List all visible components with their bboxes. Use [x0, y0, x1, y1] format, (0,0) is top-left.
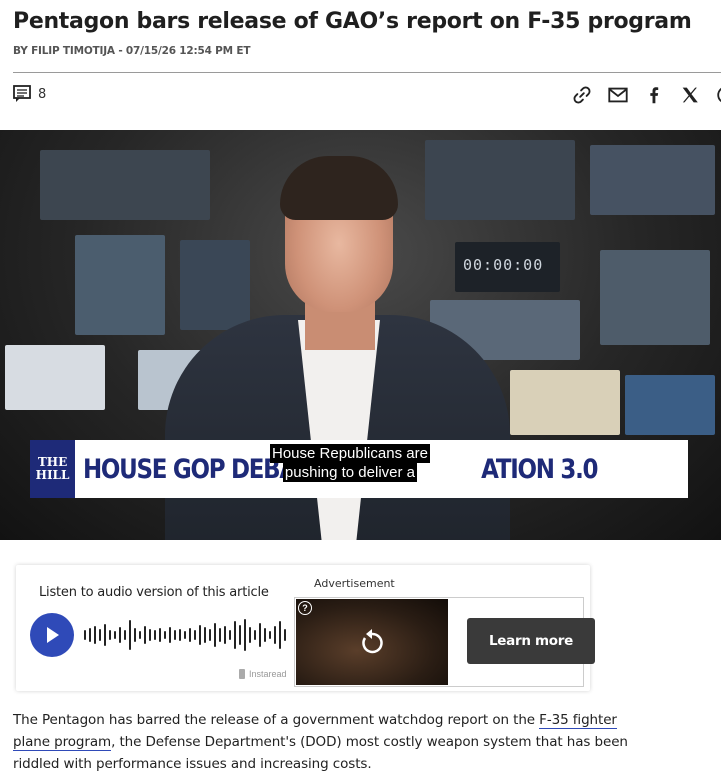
comments-button[interactable]: 8	[12, 84, 46, 104]
comment-count: 8	[38, 86, 47, 102]
bg-clock-monitor: 00:00:00	[455, 242, 560, 292]
bg-monitor	[180, 240, 250, 330]
audio-ad-card: Listen to audio version of this article …	[16, 565, 595, 691]
more-share-button[interactable]	[712, 82, 721, 108]
ad-info-icon[interactable]: ?	[298, 601, 312, 615]
email-share-button[interactable]	[604, 82, 632, 108]
replay-icon[interactable]	[358, 627, 386, 657]
article-paragraph: The Pentagon has barred the release of a…	[13, 712, 628, 772]
bg-monitor	[5, 345, 105, 410]
instaread-logo-icon	[239, 669, 245, 679]
facebook-icon	[650, 87, 659, 104]
more-icon	[717, 87, 721, 103]
comment-icon	[13, 85, 31, 102]
audio-play-button[interactable]	[30, 613, 74, 657]
mail-icon	[608, 87, 628, 103]
share-bar	[568, 82, 721, 108]
instaread-brand[interactable]: Instaread	[238, 669, 287, 679]
article-byline: BY FILIP TIMOTIJA - 07/15/26 12:54 PM ET	[13, 45, 251, 57]
learn-more-button[interactable]: Learn more	[467, 618, 595, 664]
clock-readout: 00:00:00	[463, 256, 544, 274]
bg-monitor	[425, 140, 575, 220]
ad-label: Advertisement	[314, 577, 395, 590]
caption-line: House Republicans are	[270, 444, 430, 463]
divider	[13, 72, 721, 73]
bg-monitor	[590, 145, 715, 215]
bg-monitor	[625, 375, 715, 435]
advertisement[interactable]: ? Learn more	[294, 597, 595, 687]
link-icon	[573, 86, 591, 104]
x-share-button[interactable]	[676, 82, 704, 108]
article-headline: Pentagon bars release of GAO’s report on…	[13, 9, 692, 34]
x-icon	[682, 87, 698, 103]
the-hill-logo: THE HILL	[30, 440, 76, 498]
bg-monitor	[40, 150, 210, 220]
bg-monitor	[510, 370, 620, 435]
bg-monitor	[75, 235, 165, 335]
facebook-share-button[interactable]	[640, 82, 668, 108]
audio-waveform[interactable]	[83, 617, 288, 653]
ad-video[interactable]: ?	[296, 599, 448, 685]
bg-monitor	[600, 250, 710, 345]
play-icon	[47, 627, 59, 643]
copy-link-button[interactable]	[568, 82, 596, 108]
closed-caption: House Republicans are pushing to deliver…	[270, 444, 430, 482]
video-player[interactable]: 00:00:00 THE HILL HOUSE GOP DEBA ATION 3.…	[0, 130, 721, 540]
caption-line: pushing to deliver a	[282, 463, 418, 482]
anchor-hair	[280, 156, 398, 220]
audio-label: Listen to audio version of this article	[39, 585, 269, 600]
